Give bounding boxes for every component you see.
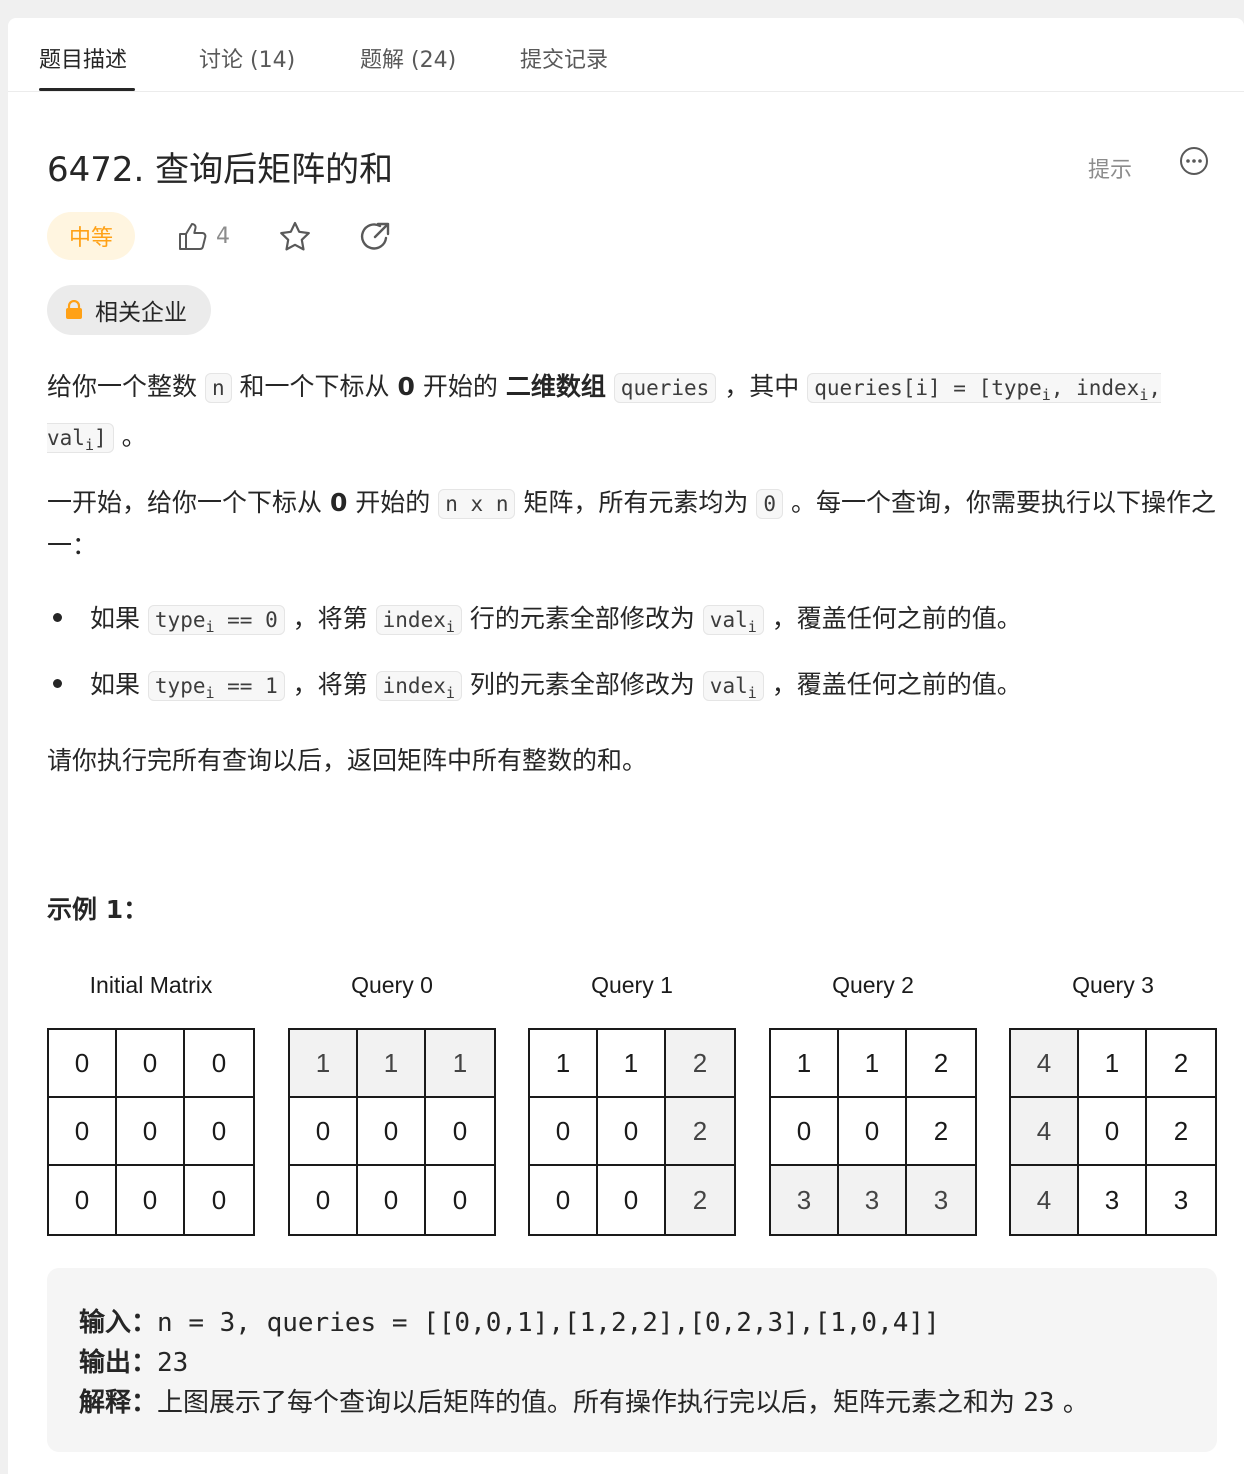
matrix-cell: 2 xyxy=(907,1030,975,1098)
matrix-label: Query 0 xyxy=(351,972,433,998)
matrix-grid: 112002002 xyxy=(528,1028,736,1236)
tab-submissions[interactable]: 提交记录 xyxy=(520,42,608,74)
matrix-cell: 0 xyxy=(426,1098,494,1166)
matrix-cell: 0 xyxy=(358,1098,426,1166)
difficulty-badge: 中等 xyxy=(47,212,135,260)
matrix-cell: 2 xyxy=(907,1098,975,1166)
tab-discussion[interactable]: 讨论 (14) xyxy=(199,42,295,74)
tab-description[interactable]: 题目描述 xyxy=(39,42,127,74)
example-io-box: 输入：n = 3, queries = [[0,0,1],[1,2,2],[0,… xyxy=(47,1268,1217,1452)
matrix-cell: 3 xyxy=(1079,1166,1147,1234)
matrix-cell: 0 xyxy=(290,1098,358,1166)
matrix-cell: 1 xyxy=(530,1030,598,1098)
inline-code: queries xyxy=(613,373,717,403)
example-explanation: 解释：上图展示了每个查询以后矩阵的值。所有操作执行完以后，矩阵元素之和为 23 … xyxy=(79,1388,1089,1418)
description-paragraph-2: 一开始，给你一个下标从 0 开始的 n x n 矩阵，所有元素均为 0 。每一个… xyxy=(47,488,1216,560)
tab-bar: 题目描述 讨论 (14) 题解 (24) 提交记录 xyxy=(8,18,1244,92)
matrix-grid: 111000000 xyxy=(288,1028,496,1236)
matrix-label: Query 1 xyxy=(591,972,673,998)
matrix-cell: 0 xyxy=(358,1166,426,1234)
matrix-label: Initial Matrix xyxy=(89,972,213,998)
matrix-cell: 0 xyxy=(185,1166,253,1234)
star-icon[interactable] xyxy=(278,220,312,254)
hint-link[interactable]: 提示 xyxy=(1088,152,1132,184)
matrix-cell: 0 xyxy=(598,1166,666,1234)
matrix-label: Query 3 xyxy=(1072,972,1154,998)
matrix-label: Query 2 xyxy=(832,972,914,998)
matrix-cell: 2 xyxy=(666,1166,734,1234)
matrix-cell: 2 xyxy=(1147,1030,1215,1098)
matrix-cell: 1 xyxy=(358,1030,426,1098)
matrix-cell: 4 xyxy=(1011,1098,1079,1166)
related-companies-button[interactable]: 相关企业 xyxy=(47,285,211,335)
matrix-cell: 0 xyxy=(185,1098,253,1166)
matrix-cell: 1 xyxy=(839,1030,907,1098)
like-count: 4 xyxy=(216,223,230,249)
matrix-cell: 0 xyxy=(117,1030,185,1098)
matrix-cell: 3 xyxy=(907,1166,975,1234)
matrix-cell: 4 xyxy=(1011,1166,1079,1234)
matrix-cell: 3 xyxy=(839,1166,907,1234)
matrix-cell: 0 xyxy=(117,1098,185,1166)
description-paragraph-1: 给你一个整数 n 和一个下标从 0 开始的 二维数组 queries ，其中 q… xyxy=(47,372,1162,455)
matrix-cell: 0 xyxy=(530,1166,598,1234)
inline-code: n x n xyxy=(438,489,516,519)
lock-icon xyxy=(66,300,82,319)
list-item: 如果 typei == 0 ，将第 indexi 行的元素全部修改为 vali … xyxy=(47,598,1022,648)
matrix-grid: 412402433 xyxy=(1009,1028,1217,1236)
matrix-cell: 1 xyxy=(771,1030,839,1098)
matrix-cell: 0 xyxy=(185,1030,253,1098)
more-options-icon[interactable] xyxy=(1178,145,1210,177)
like-button[interactable]: 4 xyxy=(176,218,230,254)
inline-code: n xyxy=(204,373,232,403)
problem-title: 6472. 查询后矩阵的和 xyxy=(47,150,394,190)
matrix-cell: 0 xyxy=(290,1166,358,1234)
matrix-cell: 2 xyxy=(666,1030,734,1098)
matrix-cell: 2 xyxy=(666,1098,734,1166)
matrix-cell: 0 xyxy=(530,1098,598,1166)
example-input: 输入：n = 3, queries = [[0,0,1],[1,2,2],[0,… xyxy=(79,1308,940,1338)
list-item: 如果 typei == 1 ，将第 indexi 列的元素全部修改为 vali … xyxy=(47,664,1022,714)
description-paragraph-3: 请你执行完所有查询以后，返回矩阵中所有整数的和。 xyxy=(47,746,648,775)
example-title: 示例 1： xyxy=(47,895,149,924)
tab-solutions[interactable]: 题解 (24) xyxy=(360,42,456,74)
matrix-cell: 0 xyxy=(117,1166,185,1234)
matrix-grid: 000000000 xyxy=(47,1028,255,1236)
matrix-cell: 0 xyxy=(839,1098,907,1166)
matrix-cell: 1 xyxy=(1079,1030,1147,1098)
matrix-cell: 0 xyxy=(49,1098,117,1166)
matrix-cell: 0 xyxy=(49,1030,117,1098)
matrix-grid: 112002333 xyxy=(769,1028,977,1236)
related-companies-label: 相关企业 xyxy=(95,300,187,326)
matrix-cell: 0 xyxy=(49,1166,117,1234)
matrix-cell: 0 xyxy=(426,1166,494,1234)
matrix-cell: 1 xyxy=(290,1030,358,1098)
thumbs-up-icon xyxy=(179,223,207,250)
matrix-cell: 1 xyxy=(598,1030,666,1098)
matrix-cell: 1 xyxy=(426,1030,494,1098)
inline-code: 0 xyxy=(756,489,784,519)
example-output: 输出：23 xyxy=(79,1348,189,1378)
matrix-cell: 0 xyxy=(771,1098,839,1166)
share-icon[interactable] xyxy=(358,220,392,254)
problem-panel: 题目描述 讨论 (14) 题解 (24) 提交记录 6472. 查询后矩阵的和 … xyxy=(8,18,1244,1474)
matrix-cell: 3 xyxy=(771,1166,839,1234)
matrix-cell: 3 xyxy=(1147,1166,1215,1234)
matrix-cell: 0 xyxy=(598,1098,666,1166)
matrix-cell: 0 xyxy=(1079,1098,1147,1166)
matrix-cell: 4 xyxy=(1011,1030,1079,1098)
active-tab-indicator xyxy=(39,88,135,91)
matrix-cell: 2 xyxy=(1147,1098,1215,1166)
